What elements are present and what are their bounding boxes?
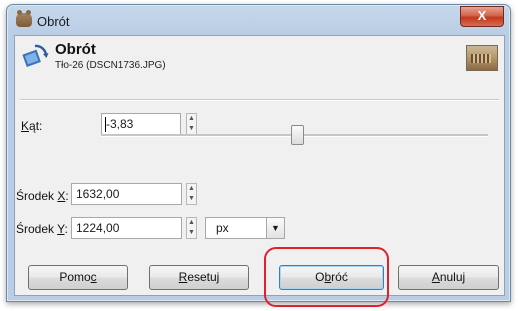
header-divider	[20, 99, 499, 101]
center-x-label: Środek X:	[16, 189, 69, 203]
spin-down-icon[interactable]: ▼	[187, 228, 196, 238]
rotate-icon	[22, 44, 49, 67]
unit-select[interactable]: px ▼	[205, 217, 285, 239]
angle-input[interactable]: -3,83	[101, 113, 181, 135]
dialog-client: Obrót Tło-26 (DSCN1736.JPG)	[14, 35, 505, 296]
window-title: Obrót	[37, 14, 70, 29]
cancel-button[interactable]: Anuluj	[398, 265, 499, 290]
gimp-app-icon	[16, 10, 32, 27]
center-x-spinner[interactable]: ▲ ▼	[186, 183, 197, 205]
spin-up-icon[interactable]: ▲	[187, 184, 196, 194]
help-button[interactable]: Pomoc	[28, 265, 128, 290]
close-button[interactable]: X	[460, 6, 504, 27]
image-thumbnail	[466, 45, 498, 71]
spin-down-icon[interactable]: ▼	[187, 124, 196, 134]
title-bar: Obrót X	[7, 5, 510, 37]
dialog-header: Obrót Tło-26 (DSCN1736.JPG)	[15, 36, 504, 85]
dialog-window: Obrót X Obrót Tło-26 (DSCN1736.JPG) Kąt:…	[6, 4, 511, 302]
reset-button[interactable]: Resetuj	[149, 265, 249, 290]
center-y-input[interactable]: 1224,00	[71, 217, 182, 239]
angle-spinner[interactable]: ▲ ▼	[186, 113, 197, 135]
header-subtitle: Tło-26 (DSCN1736.JPG)	[55, 60, 166, 71]
header-title: Obrót	[55, 41, 96, 58]
center-y-label: Środek Y:	[16, 222, 68, 236]
spin-up-icon[interactable]: ▲	[187, 114, 196, 124]
spin-up-icon[interactable]: ▲	[187, 218, 196, 228]
spin-down-icon[interactable]: ▼	[187, 194, 196, 204]
annotation-highlight	[264, 247, 389, 307]
chevron-down-icon[interactable]: ▼	[266, 218, 284, 238]
angle-label: Kąt:	[21, 119, 43, 133]
angle-slider-thumb[interactable]	[291, 125, 304, 145]
center-y-spinner[interactable]: ▲ ▼	[186, 217, 197, 239]
center-x-input[interactable]: 1632,00	[71, 183, 182, 205]
